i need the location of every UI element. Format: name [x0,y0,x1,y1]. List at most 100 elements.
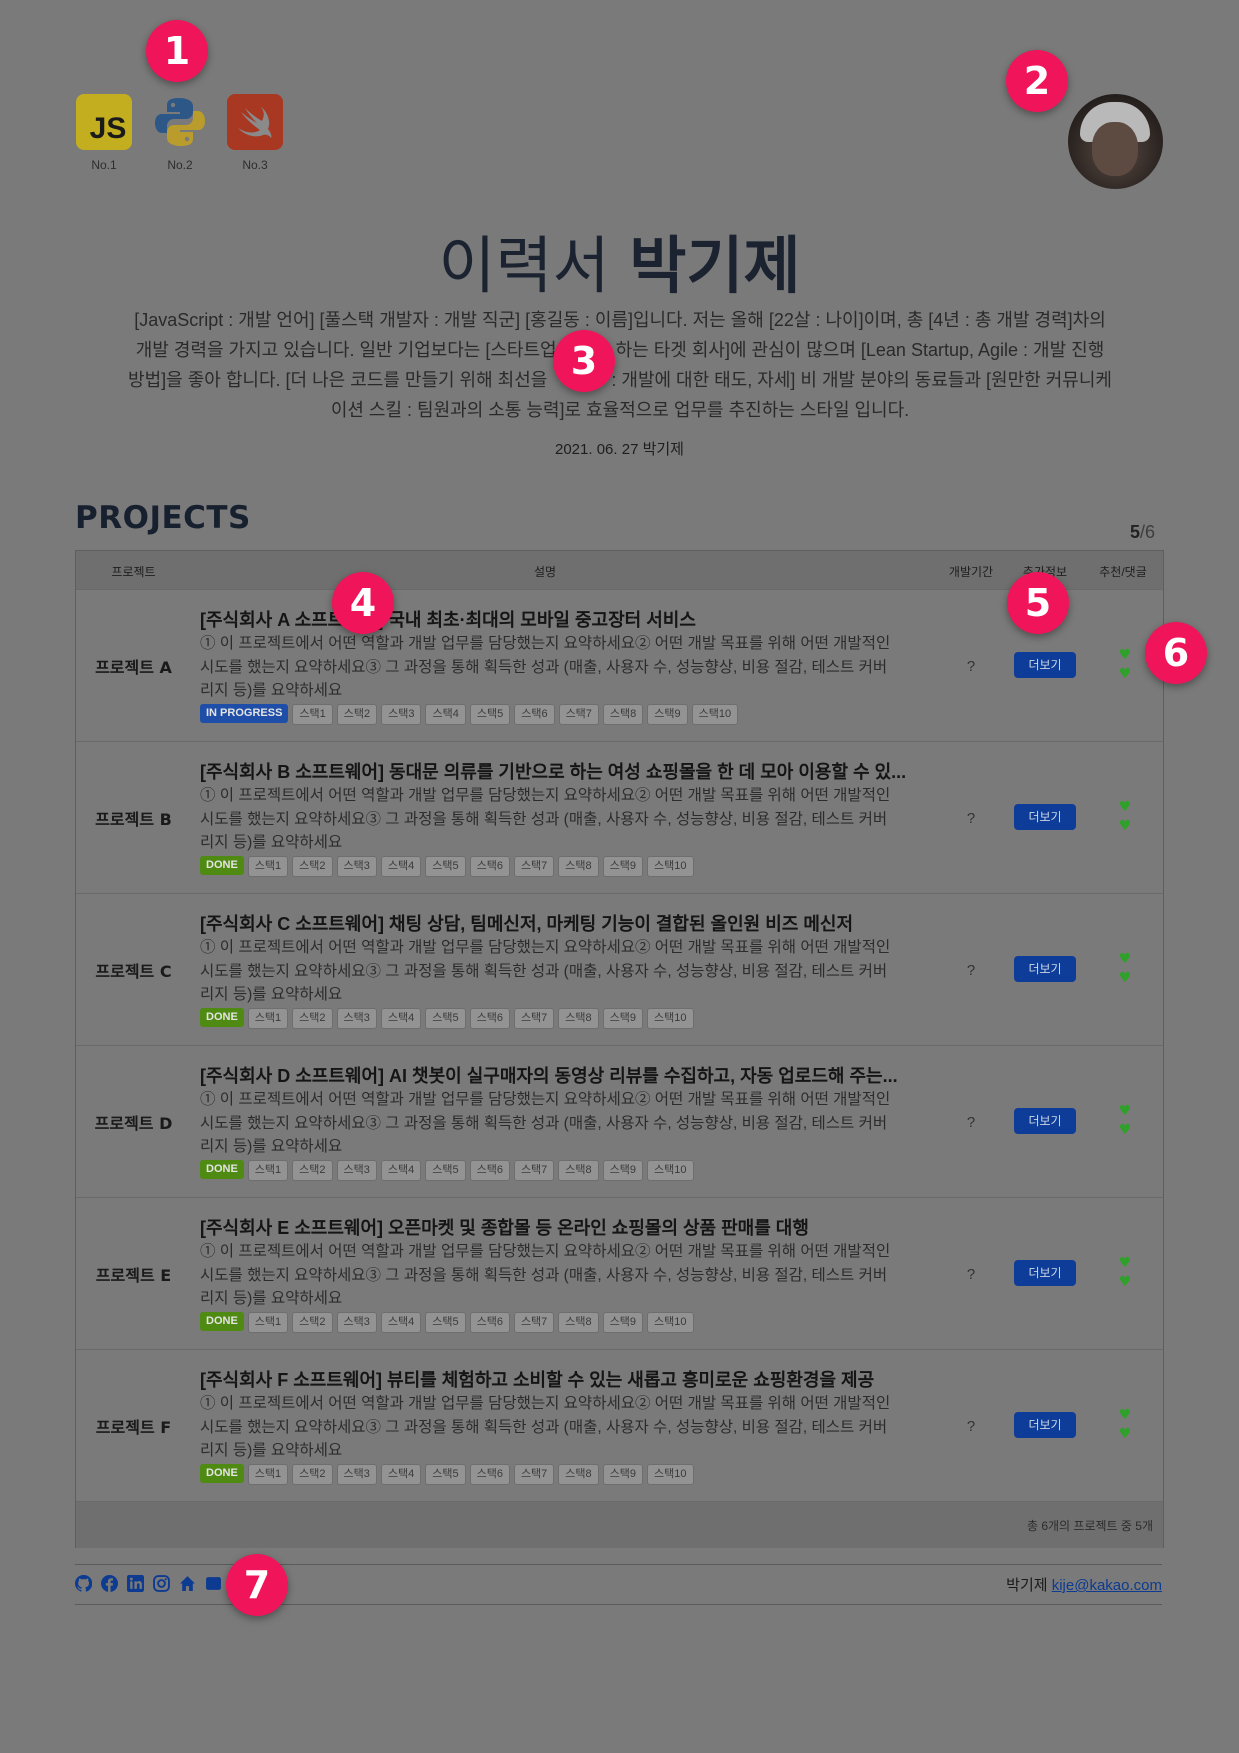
project-period: ? [966,1113,976,1131]
table-row[interactable]: 프로젝트 B [주식회사 B 소프트웨어] 동대문 의류를 기반으로 하는 여성 … [76,741,1163,894]
heart-icon[interactable]: ♥ [1116,1254,1134,1273]
stack-tag: 스택10 [647,1160,694,1181]
stack-tag: 스택10 [647,1312,694,1333]
home-icon[interactable] [179,1575,196,1592]
language-caption: No.3 [242,158,268,172]
status-badge: DONE [200,1312,244,1331]
title-name: 박기제 [629,229,801,302]
stack-tag: 스택6 [469,856,510,877]
resume-date: 2021. 06. 27 박기제 [555,441,684,458]
blog-icon[interactable] [205,1575,222,1592]
table-row[interactable]: 프로젝트 A [주식회사 A 소프트웨어] 국내 최초·최대의 모바일 중고장터 … [76,589,1163,742]
title-prefix: 이력서 [438,229,610,302]
stack-tag: 스택5 [425,1160,466,1181]
more-button[interactable]: 더보기 [1014,1108,1076,1134]
project-description: ① 이 프로젝트에서 어떤 역할과 개발 업무를 담당했는지 요약하세요② 어떤… [200,1243,891,1307]
stack-tag: 스택7 [558,704,599,725]
marker-4: 4 [332,572,394,634]
stack-tag: 스택3 [336,856,377,877]
heart-icon[interactable]: ♥ [1116,1406,1134,1425]
marker-1: 1 [146,20,208,82]
tag-list: DONE 스택1 스택2 스택3 스택4 스택5 스택6 스택7 스택8 스택9 스택10 [200,1312,694,1333]
stack-tag: 스택8 [558,1008,599,1029]
python-icon [152,94,208,150]
heart-icon[interactable]: ♥ [1116,665,1134,684]
marker-5: 5 [1007,572,1069,634]
table-row[interactable]: 프로젝트 C [주식회사 C 소프트웨어] 채팅 상담, 팀메신저, 마케팅 기능… [76,893,1163,1046]
project-description: ① 이 프로젝트에서 어떤 역할과 개발 업무를 담당했는지 요약하세요② 어떤… [200,939,891,1003]
stack-tag: 스택2 [292,1464,333,1485]
likes: ♥ ♥ [1116,1406,1134,1444]
stack-tag: 스택3 [336,1464,377,1485]
stack-tag: 스택9 [647,704,688,725]
project-heading: [주식회사 F 소프트웨어] 뷰티를 체험하고 소비할 수 있는 새롭고 흥미로… [200,1370,875,1390]
more-button[interactable]: 더보기 [1014,1412,1076,1438]
stack-tag: 스택3 [336,1312,377,1333]
status-badge: IN PROGRESS [200,704,289,723]
project-period: ? [966,961,976,979]
github-icon[interactable] [75,1575,92,1592]
heart-icon[interactable]: ♥ [1116,817,1134,836]
more-button[interactable]: 더보기 [1014,956,1076,982]
avatar [1068,94,1163,189]
more-button[interactable]: 더보기 [1014,1260,1076,1286]
swift-icon [227,94,283,150]
column-project: 프로젝트 [111,565,156,579]
stack-tag: 스택3 [336,1008,377,1029]
marker-3: 3 [553,330,615,392]
stack-tag: 스택9 [602,1160,644,1181]
tag-list: DONE 스택1 스택2 스택3 스택4 스택5 스택6 스택7 스택8 스택9 스택10 [200,1464,694,1485]
stack-tag: 스택7 [513,1008,555,1029]
social-links [75,1575,222,1592]
heart-icon[interactable]: ♥ [1116,950,1134,969]
tag-list: DONE 스택1 스택2 스택3 스택4 스택5 스택6 스택7 스택8 스택9 스택10 [200,1160,694,1181]
likes: ♥ ♥ [1116,950,1134,988]
stack-tag: 스택2 [336,704,378,725]
stack-tag: 스택4 [425,704,466,725]
projects-table: 프로젝트 설명 개발기간 추가정보 추천/댓글 프로젝트 A [주식회사 A 소프… [75,550,1164,1548]
heart-icon[interactable]: ♥ [1116,1102,1134,1121]
stack-tag: 스택2 [292,856,333,877]
stack-tag: 스택3 [381,704,422,725]
project-counter: 5/6 [1130,522,1155,543]
stack-tag: 스택7 [513,1160,555,1181]
more-button[interactable]: 더보기 [1014,652,1076,678]
project-period: ? [966,657,976,675]
instagram-icon[interactable] [153,1575,170,1592]
table-row[interactable]: 프로젝트 E [주식회사 E 소프트웨어] 오픈마켓 및 종합몰 등 온라인 쇼핑… [76,1197,1163,1350]
stack-tag: 스택1 [247,1160,289,1181]
stack-tag: 스택9 [602,1008,644,1029]
column-likes: 추천/댓글 [1099,565,1147,579]
facebook-icon[interactable] [101,1575,118,1592]
stack-tag: 스택2 [292,1312,333,1333]
stack-tag: 스택4 [380,1464,422,1485]
project-heading: [주식회사 D 소프트웨어] AI 챗봇이 실구매자의 동영상 리뷰를 수집하고… [200,1066,898,1086]
project-description: ① 이 프로젝트에서 어떤 역할과 개발 업무를 담당했는지 요약하세요② 어떤… [200,1395,891,1459]
intro-paragraph: [JavaScript : 개발 언어] [풀스택 개발자 : 개발 직군] [… [125,305,1115,425]
stack-tag: 스택4 [380,1008,422,1029]
status-badge: DONE [200,1008,244,1027]
project-name: 프로젝트 E [95,1266,172,1285]
heart-icon[interactable]: ♥ [1116,969,1134,988]
email-link[interactable]: kije@kakao.com [1052,1577,1162,1594]
stack-tag: 스택4 [380,1312,422,1333]
stack-tag: 스택10 [647,856,694,877]
project-name: 프로젝트 D [94,1114,173,1133]
more-button[interactable]: 더보기 [1014,804,1076,830]
project-description: ① 이 프로젝트에서 어떤 역할과 개발 업무를 담당했는지 요약하세요② 어떤… [200,787,891,851]
table-header: 프로젝트 설명 개발기간 추가정보 추천/댓글 [76,551,1163,589]
column-period: 개발기간 [948,565,994,579]
table-row[interactable]: 프로젝트 D [주식회사 D 소프트웨어] AI 챗봇이 실구매자의 동영상 리뷰… [76,1045,1163,1198]
project-name: 프로젝트 B [95,810,172,829]
linkedin-icon[interactable] [127,1575,144,1592]
contact-info: 박기제 kije@kakao.com [1006,1574,1162,1595]
project-count-current: 5 [1130,522,1141,542]
heart-icon[interactable]: ♥ [1116,646,1134,665]
heart-icon[interactable]: ♥ [1116,1273,1134,1292]
javascript-icon: JS [76,94,132,150]
table-row[interactable]: 프로젝트 F [주식회사 F 소프트웨어] 뷰티를 체험하고 소비할 수 있는 새… [76,1349,1163,1502]
heart-icon[interactable]: ♥ [1116,1425,1134,1444]
heart-icon[interactable]: ♥ [1116,1121,1134,1140]
tag-list: DONE 스택1 스택2 스택3 스택4 스택5 스택6 스택7 스택8 스택9 스택10 [200,1008,694,1029]
heart-icon[interactable]: ♥ [1116,798,1134,817]
